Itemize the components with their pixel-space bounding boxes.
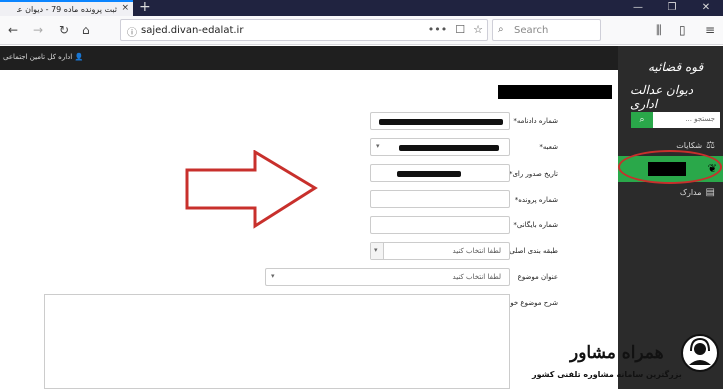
select-placeholder: لطفا انتخاب کنید xyxy=(452,247,501,255)
field-label-archive-number: شماره بایگانی* xyxy=(513,221,558,229)
browser-tab-bar: ثبت پرونده ماده 79 - دیوان عدال... × + —… xyxy=(0,0,723,16)
navigation-toolbar: ← → ↻ ⌂ ⓘ sajed.divan-edalat.ir ••• ☐ ☆ … xyxy=(0,16,723,45)
tab-title: ثبت پرونده ماده 79 - دیوان عدال... xyxy=(17,4,117,14)
window-controls: — ❐ ✕ xyxy=(621,0,723,16)
annotation-ellipse xyxy=(618,150,722,184)
sidebar-search-button[interactable]: ⌕ xyxy=(631,112,653,128)
redacted-value xyxy=(379,119,503,125)
user-label[interactable]: 👤 اداره کل تامین اجتماعی xyxy=(3,53,83,61)
ruling-date-input[interactable] xyxy=(370,164,510,182)
select-placeholder: لطفا انتخاب کنید xyxy=(452,273,501,281)
menu-icon[interactable]: ≡ xyxy=(705,23,715,37)
pocket-icon[interactable]: ☐ xyxy=(455,23,465,36)
logo-line-2: دیوان عدالت اداری xyxy=(630,83,694,111)
url-text[interactable]: sajed.divan-edalat.ir xyxy=(141,25,243,36)
ruling-number-input[interactable] xyxy=(370,112,510,130)
scales-icon: ⚖ xyxy=(706,140,715,151)
annotation-arrow xyxy=(185,150,318,229)
back-icon[interactable]: ← xyxy=(8,23,18,37)
branch-select[interactable]: ▾ xyxy=(370,138,510,156)
sidebar-search[interactable]: ⌕ جستجو ... xyxy=(631,112,720,128)
sidebar-search-input[interactable]: جستجو ... xyxy=(685,115,715,123)
chevron-down-icon: ▾ xyxy=(374,246,378,254)
close-window-button[interactable]: ✕ xyxy=(689,0,723,16)
field-label-subject-title: عنوان موضوع xyxy=(517,273,558,281)
search-input[interactable]: Search xyxy=(514,25,548,36)
redacted-value xyxy=(397,171,461,177)
request-description-textarea[interactable] xyxy=(44,294,510,389)
case-number-input[interactable] xyxy=(370,190,510,208)
url-actions: ••• ☐ ☆ xyxy=(428,23,483,36)
chevron-down-icon: ▾ xyxy=(376,142,380,150)
close-tab-icon[interactable]: × xyxy=(121,3,129,13)
sidebar-item-label: مدارک xyxy=(679,188,702,197)
search-bar[interactable]: ⌕ Search xyxy=(492,19,601,41)
new-tab-button[interactable]: + xyxy=(139,0,151,15)
field-label-case-number: شماره پرونده* xyxy=(514,196,558,204)
headset-advisor-icon xyxy=(681,334,719,372)
documents-icon: ▤ xyxy=(705,187,715,198)
chevron-down-icon: ▾ xyxy=(271,272,275,280)
redacted-page-title xyxy=(498,85,612,99)
watermark-title: همراه مشاور xyxy=(570,343,664,363)
sidebar-item-documents[interactable]: ▤ مدارک xyxy=(680,187,715,198)
sidebar-item-label: شکایات xyxy=(676,141,703,150)
sidebar-toggle-icon[interactable]: ▯ xyxy=(679,23,686,37)
site-info-icon[interactable]: ⓘ xyxy=(127,24,137,39)
field-label-ruling-date: تاریخ صدور رای* xyxy=(508,170,558,178)
field-label-branch: شعبه* xyxy=(539,143,558,151)
site-header: 👤 اداره کل تامین اجتماعی xyxy=(0,46,618,70)
search-icon: ⌕ xyxy=(498,24,504,35)
maximize-button[interactable]: ❐ xyxy=(655,0,689,16)
redacted-value xyxy=(399,145,499,151)
home-icon[interactable]: ⌂ xyxy=(82,23,90,37)
forward-icon[interactable]: → xyxy=(33,23,43,37)
watermark-subtitle: بزرگترین سامانه مشاوره تلفنی کشور xyxy=(532,370,682,379)
browser-tab[interactable]: ثبت پرونده ماده 79 - دیوان عدال... × xyxy=(0,0,133,16)
minimize-button[interactable]: — xyxy=(621,0,655,16)
logo-line-1: قوه قضائیه xyxy=(648,60,704,74)
page-actions-icon[interactable]: ••• xyxy=(428,23,447,36)
reload-icon[interactable]: ↻ xyxy=(59,23,69,37)
sidebar-item-complaints[interactable]: ⚖ شکایات xyxy=(676,140,715,151)
subject-title-select[interactable]: ▾ لطفا انتخاب کنید xyxy=(265,268,510,286)
select-caret: ▾ xyxy=(371,243,384,259)
library-icon[interactable]: ⫼ xyxy=(656,23,662,37)
main-category-select[interactable]: ▾ لطفا انتخاب کنید xyxy=(370,242,510,260)
archive-number-input[interactable] xyxy=(370,216,510,234)
bookmark-star-icon[interactable]: ☆ xyxy=(473,23,483,36)
user-icon: 👤 xyxy=(74,53,84,61)
url-bar[interactable]: ⓘ sajed.divan-edalat.ir ••• ☐ ☆ xyxy=(120,19,488,41)
field-label-ruling-number: شماره دادنامه* xyxy=(513,117,558,125)
